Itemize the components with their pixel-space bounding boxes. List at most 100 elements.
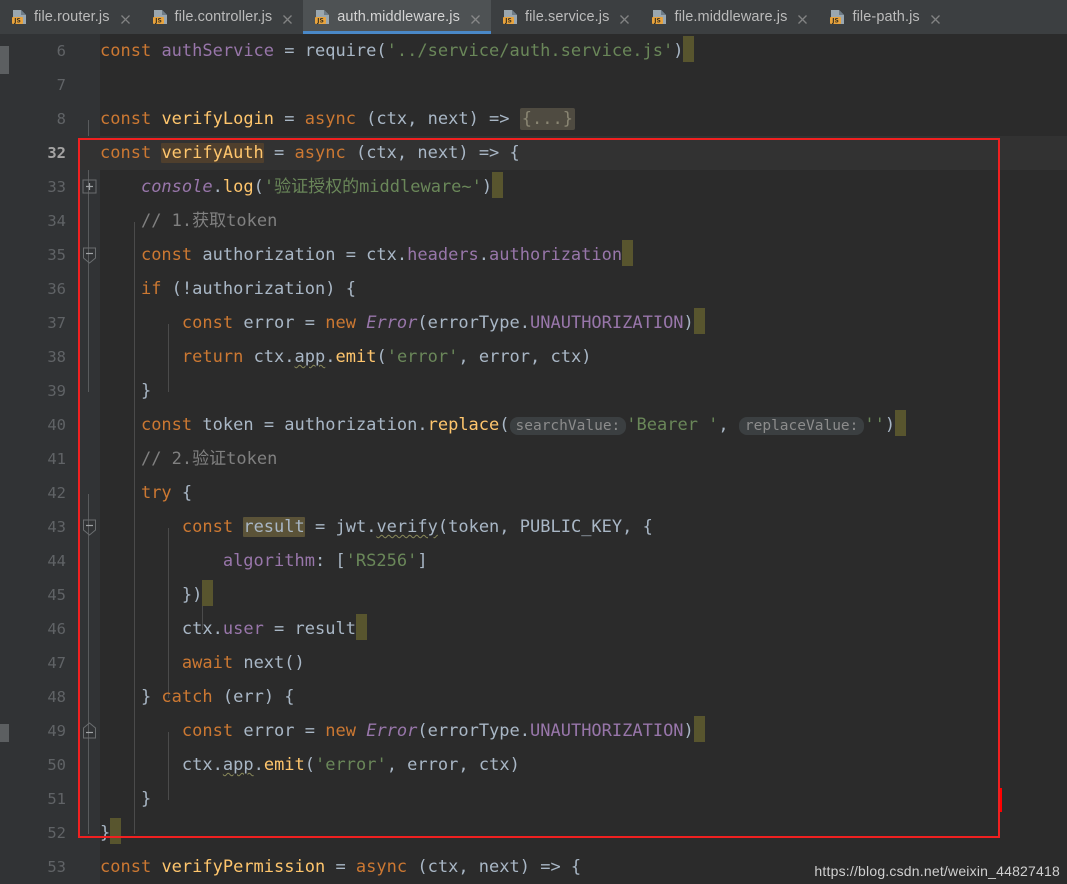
code-text[interactable]: if (!authorization) { — [100, 272, 356, 306]
code-line-40[interactable]: 40 const token = authorization.replace(s… — [0, 408, 1067, 812]
code-text[interactable]: return ctx.app.emit('error', error, ctx) — [100, 340, 592, 374]
code-line-47[interactable]: 47 await next() — [0, 646, 1067, 680]
tab-file-router-js[interactable]: JS file.router.js — [0, 0, 141, 34]
js-file-icon: JS — [830, 9, 845, 25]
code-line-46[interactable]: 46 ctx.user = result — [0, 612, 1067, 646]
js-file-icon: JS — [502, 9, 518, 25]
code-text[interactable]: ctx.app.emit('error', error, ctx) — [100, 748, 520, 782]
token-param-next: next — [417, 143, 459, 163]
close-icon[interactable] — [618, 11, 631, 24]
token-function-emit: emit — [335, 347, 377, 367]
code-line-44[interactable]: 44 algorithm: ['RS256'] — [0, 544, 1067, 578]
code-text[interactable]: // 1.获取token — [100, 204, 277, 238]
tab-file-path-js[interactable]: JS file-path.js — [818, 0, 951, 34]
close-icon[interactable] — [281, 11, 294, 24]
code-line-7[interactable]: 7 — [0, 68, 1067, 102]
code-line-49[interactable]: 49 const error = new Error(errorType.UNA… — [0, 714, 1067, 748]
code-line-50[interactable]: 50 ctx.app.emit('error', error, ctx) — [0, 748, 1067, 782]
code-text[interactable]: } — [100, 374, 151, 408]
line-number: 43 — [47, 518, 66, 536]
code-text[interactable]: ctx.user = result — [100, 612, 367, 646]
token-param-err: err — [233, 687, 264, 707]
code-text[interactable]: const token = authorization.replace(sear… — [100, 408, 907, 442]
line-number: 7 — [56, 76, 66, 94]
token-property-app: app — [294, 347, 326, 367]
code-line-33[interactable]: 33 console.log('验证授权的middleware~') — [0, 170, 1067, 204]
token-param-ctx: ctx — [550, 347, 582, 367]
token-param-ctx: ctx — [478, 755, 510, 775]
token-keyword-const: const — [181, 517, 234, 537]
tab-label: file.middleware.js — [674, 9, 788, 25]
token-function-next: next — [243, 653, 285, 673]
token-class-error: Error — [366, 313, 418, 333]
token-identifier-error: error — [243, 313, 295, 333]
code-text[interactable]: }) — [100, 578, 214, 612]
tab-label: auth.middleware.js — [337, 9, 460, 25]
code-text[interactable]: } — [100, 816, 122, 850]
code-line-42[interactable]: 42 try { — [0, 476, 1067, 510]
tab-file-service-js[interactable]: JS file.service.js — [490, 0, 641, 34]
code-text[interactable]: algorithm: ['RS256'] — [100, 544, 428, 578]
code-text[interactable]: try { — [100, 476, 192, 510]
code-text[interactable]: const verifyAuth = async (ctx, next) => … — [100, 136, 520, 170]
token-keyword-async: async — [304, 109, 356, 129]
token-keyword-await: await — [181, 653, 234, 673]
code-line-51[interactable]: 51 } — [0, 782, 1067, 816]
close-icon[interactable] — [796, 11, 809, 24]
code-editor[interactable]: 6 const authService = require('../servic… — [0, 34, 1067, 884]
code-line-48[interactable]: 48 } catch (err) { — [0, 680, 1067, 714]
code-text[interactable]: // 2.验证token — [100, 442, 277, 476]
code-line-37[interactable]: 37 const error = new Error(errorType.UNA… — [0, 306, 1067, 340]
close-icon[interactable] — [119, 11, 132, 24]
code-text[interactable]: await next() — [100, 646, 305, 680]
fold-placeholder[interactable]: {...} — [519, 108, 575, 130]
tab-file-controller-js[interactable]: JS file.controller.js — [140, 0, 304, 34]
code-line-6[interactable]: 6 const authService = require('../servic… — [0, 34, 1067, 68]
line-number: 33 — [47, 178, 66, 196]
tab-label: file.service.js — [524, 9, 610, 25]
close-icon[interactable] — [929, 11, 942, 24]
code-text[interactable]: const error = new Error(errorType.UNAUTH… — [100, 306, 705, 340]
tab-auth-middleware-js[interactable]: JS auth.middleware.js — [303, 0, 491, 34]
code-text[interactable]: console.log('验证授权的middleware~') — [100, 170, 504, 204]
code-text[interactable]: const verifyLogin = async (ctx, next) =>… — [100, 102, 575, 136]
code-text[interactable]: const authService = require('../service/… — [100, 34, 695, 68]
inlay-hint-searchvalue[interactable]: searchValue: — [509, 417, 627, 435]
code-line-52[interactable]: 52 } — [0, 816, 1067, 850]
code-line-8[interactable]: 8 const verifyLogin = async (ctx, next) … — [0, 102, 1067, 194]
token-keyword-if: if — [140, 279, 162, 299]
tab-label: file.controller.js — [174, 9, 273, 25]
code-line-45[interactable]: 45 }) — [0, 578, 1067, 612]
code-text[interactable]: const result = jwt.verify(token, PUBLIC_… — [100, 510, 653, 544]
code-line-43[interactable]: 43 const result = jwt.verify(token, PUBL… — [0, 510, 1067, 544]
tab-file-middleware-js[interactable]: JS file.middleware.js — [640, 0, 819, 34]
code-text[interactable]: const verifyPermission = async (ctx, nex… — [100, 850, 581, 884]
code-line-35[interactable]: 35 const authorization = ctx.headers.aut… — [0, 238, 1067, 272]
token-string-empty: '' — [864, 415, 885, 435]
close-icon[interactable] — [469, 11, 482, 24]
token-property-algorithm: algorithm — [222, 551, 315, 571]
token-keyword-const: const — [100, 143, 152, 163]
token-identifier-verifylogin: verifyLogin — [161, 109, 275, 129]
line-number: 34 — [47, 212, 66, 230]
code-text[interactable]: } — [100, 782, 151, 816]
code-line-34[interactable]: 34 // 1.获取token — [0, 204, 1067, 238]
eol-marker — [202, 580, 214, 606]
code-text[interactable]: const error = new Error(errorType.UNAUTH… — [100, 714, 705, 748]
inlay-hint-replacevalue[interactable]: replaceValue: — [738, 417, 865, 435]
svg-text:JS: JS — [654, 18, 662, 25]
code-text[interactable]: const authorization = ctx.headers.author… — [100, 238, 634, 272]
code-line-38[interactable]: 38 return ctx.app.emit('error', error, c… — [0, 340, 1067, 374]
line-number: 48 — [47, 688, 66, 706]
code-line-39[interactable]: 39 } — [0, 374, 1067, 739]
token-identifier-console: console — [140, 177, 213, 197]
line-number: 8 — [56, 110, 66, 128]
eol-marker — [355, 614, 367, 640]
line-number: 50 — [47, 756, 66, 774]
code-line-41[interactable]: 41 // 2.验证token — [0, 442, 1067, 476]
code-line-32[interactable]: 32 const verifyAuth = async (ctx, next) … — [0, 136, 1067, 264]
code-line-36[interactable]: 36 if (!authorization) { — [0, 272, 1067, 536]
token-param-ctx: ctx — [366, 143, 397, 163]
code-text[interactable]: } catch (err) { — [100, 680, 295, 714]
token-keyword-async: async — [355, 857, 408, 877]
